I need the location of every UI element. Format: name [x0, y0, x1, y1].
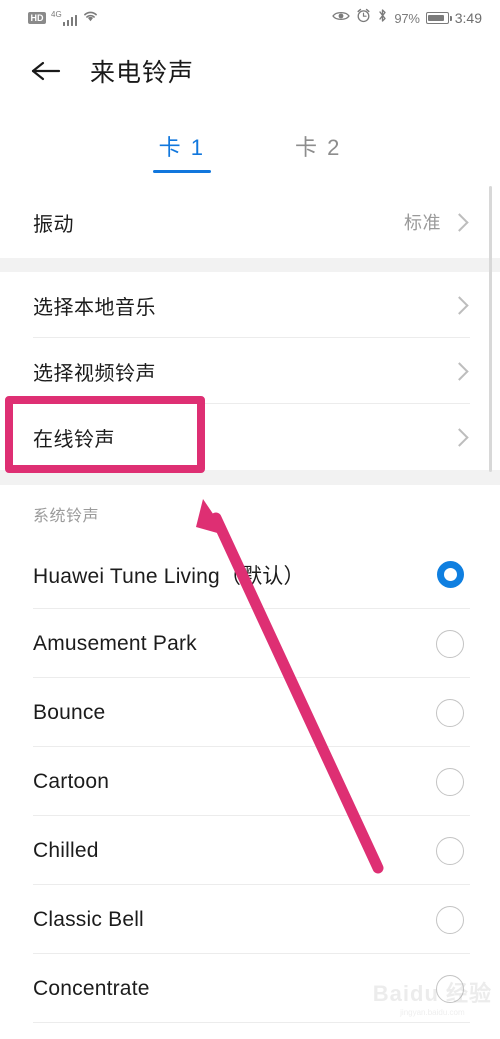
- bluetooth-icon: [377, 8, 388, 28]
- row-vibration[interactable]: 振动 标准: [0, 186, 500, 258]
- tone-label: Chilled: [33, 838, 99, 862]
- list-item[interactable]: Classic Bell: [0, 885, 500, 954]
- wifi-icon: [82, 9, 99, 27]
- battery-icon: [425, 12, 452, 24]
- list-item[interactable]: Cartoon: [0, 747, 500, 816]
- watermark-subtext: jingyan.baidu.com: [400, 1008, 465, 1017]
- sim-tab-bar: 卡 1 卡 2: [0, 122, 500, 180]
- radio-unselected-icon[interactable]: [436, 836, 464, 865]
- hd-icon: HD: [28, 12, 46, 24]
- system-ringtone-group-header: 系统铃声: [33, 508, 100, 525]
- status-bar: HD 4G 97% 3:49: [0, 0, 500, 36]
- vibration-label: 振动: [33, 213, 74, 236]
- list-item[interactable]: Bounce: [0, 678, 500, 747]
- radio-unselected-icon[interactable]: [436, 905, 464, 934]
- row-online-ringtone[interactable]: 在线铃声: [0, 404, 500, 470]
- tone-label: Amusement Park: [33, 631, 197, 655]
- back-arrow-icon[interactable]: [30, 54, 64, 88]
- signal-bars-icon: 4G: [51, 9, 78, 26]
- status-bar-left: HD 4G: [14, 9, 99, 27]
- tone-label: Classic Bell: [33, 907, 144, 931]
- tab-sim-1[interactable]: 卡 1: [152, 122, 212, 174]
- row-divider: [33, 1022, 470, 1023]
- chevron-right-icon: [450, 361, 469, 381]
- signal-strength-icon: [62, 14, 78, 26]
- radio-selected-icon[interactable]: [437, 561, 464, 588]
- phone-screen: HD 4G 97% 3:49 来电铃声 卡 1 卡 2 振动 标准 选择本地音乐…: [0, 0, 500, 1039]
- radio-unselected-icon[interactable]: [436, 698, 464, 727]
- clock-label: 3:49: [454, 10, 482, 26]
- vibration-section: 振动 标准: [0, 186, 500, 258]
- row-select-local-music[interactable]: 选择本地音乐: [0, 272, 500, 338]
- eye-icon: [332, 9, 351, 27]
- radio-unselected-icon[interactable]: [436, 629, 464, 658]
- tone-label: Cartoon: [33, 769, 110, 793]
- chevron-right-icon: [450, 212, 469, 232]
- tab-sim-2[interactable]: 卡 2: [289, 122, 347, 174]
- watermark-text: Baidu 经验: [372, 981, 492, 1006]
- chevron-right-icon: [450, 295, 469, 315]
- vibration-value: 标准: [404, 213, 441, 233]
- section-gap-2: [0, 470, 500, 485]
- online-ringtone-label: 在线铃声: [33, 428, 115, 451]
- network-type-label: 4G: [51, 9, 62, 19]
- alarm-clock-icon: [356, 8, 371, 28]
- list-item[interactable]: Amusement Park: [0, 609, 500, 678]
- chevron-right-icon: [450, 427, 469, 447]
- system-ringtone-list: Huawei Tune Living（默认） Amusement Park Bo…: [0, 540, 500, 1039]
- battery-percent-label: 97%: [394, 10, 420, 26]
- radio-unselected-icon[interactable]: [436, 767, 464, 796]
- tone-label: Bounce: [33, 700, 106, 724]
- scrollbar[interactable]: [489, 186, 492, 472]
- page-title: 来电铃声: [90, 59, 195, 87]
- list-item[interactable]: Huawei Tune Living（默认）: [0, 540, 500, 609]
- status-bar-right: 97% 3:49: [332, 8, 486, 28]
- select-video-ringtone-label: 选择视频铃声: [33, 362, 156, 385]
- tone-label: Huawei Tune Living（默认）: [33, 564, 305, 588]
- baidu-watermark: Baidu 经验 jingyan.baidu.com: [373, 976, 492, 1017]
- list-item[interactable]: Chilled: [0, 816, 500, 885]
- ringtone-source-section: 选择本地音乐 选择视频铃声 在线铃声: [0, 272, 500, 470]
- section-gap-1: [0, 258, 500, 272]
- select-local-music-label: 选择本地音乐: [33, 296, 156, 319]
- row-select-video-ringtone[interactable]: 选择视频铃声: [0, 338, 500, 404]
- title-bar: 来电铃声: [0, 40, 500, 102]
